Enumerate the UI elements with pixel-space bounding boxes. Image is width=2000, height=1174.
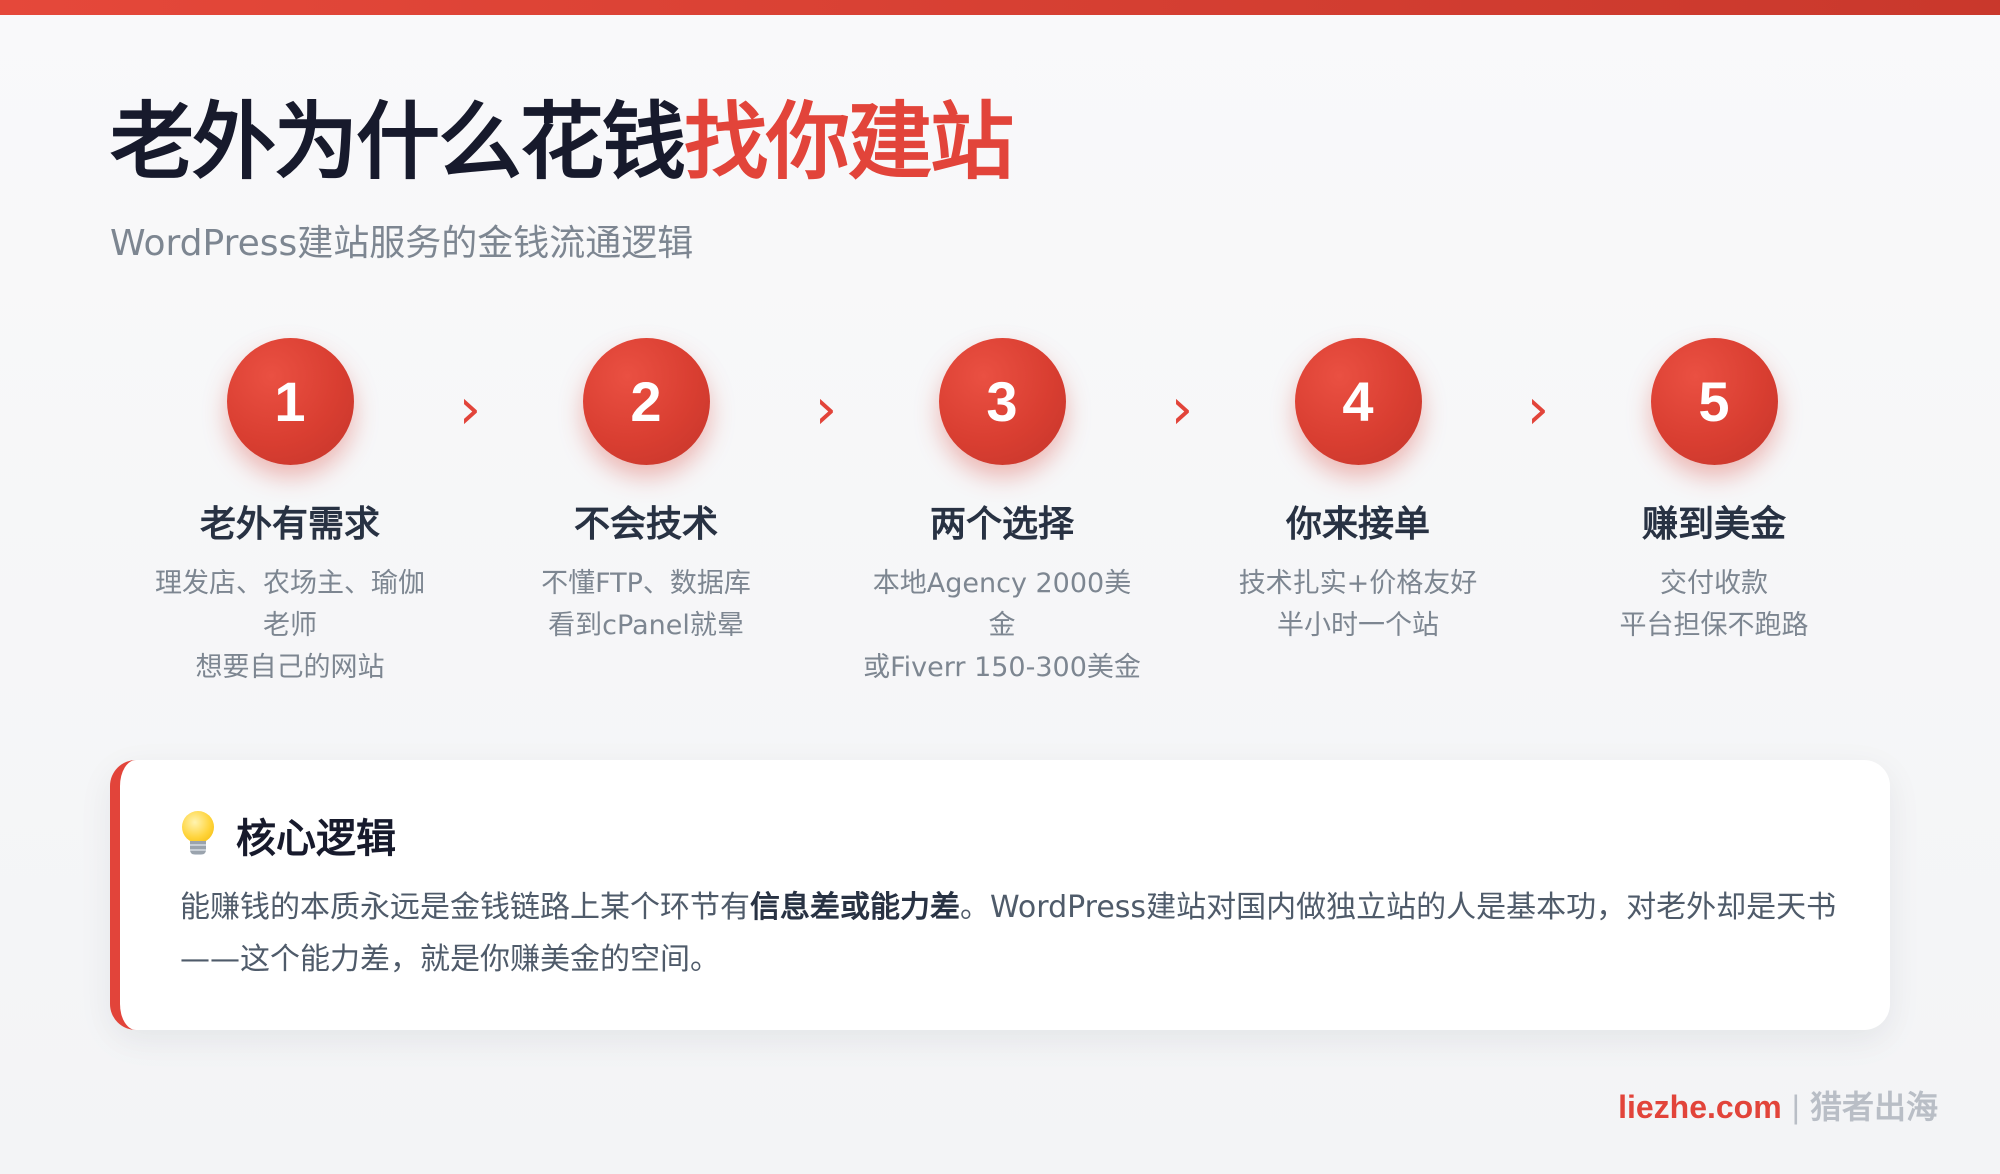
core-logic-title: 核心逻辑 <box>236 816 396 862</box>
step-desc-line: 看到cPanel就晕 <box>548 610 744 641</box>
step-1: 1 老外有需求 理发店、农场主、瑜伽老师 想要自己的网站 <box>130 338 450 689</box>
step-desc-line: 理发店、农场主、瑜伽老师 <box>155 568 425 641</box>
core-logic-card: 核心逻辑 能赚钱的本质永远是金钱链路上某个环节有信息差或能力差。WordPres… <box>110 760 1890 1030</box>
core-logic-header: 核心逻辑 <box>180 806 396 864</box>
step-description: 理发店、农场主、瑜伽老师 想要自己的网站 <box>130 563 450 689</box>
footer-brand-name: 猎者出海 <box>1809 1088 1938 1126</box>
footer-credit: liezhe.com | 猎者出海 <box>1618 1082 1938 1128</box>
step-3: 3 两个选择 本地Agency 2000美金 或Fiverr 150-300美金 <box>842 338 1162 689</box>
step-description: 不懂FTP、数据库 看到cPanel就晕 <box>486 563 806 647</box>
step-desc-line: 半小时一个站 <box>1277 610 1439 641</box>
chevron-right-icon: › <box>1526 377 1550 442</box>
step-description: 交付收款 平台担保不跑路 <box>1554 563 1874 647</box>
footer-separator: | <box>1791 1089 1800 1125</box>
step-title: 老外有需求 <box>199 504 380 545</box>
lightbulb-icon <box>180 811 216 859</box>
core-text-highlight: 信息差或能力差 <box>750 890 960 925</box>
step-desc-line: 交付收款 <box>1660 568 1768 599</box>
footer-brand-link[interactable]: liezhe.com <box>1618 1089 1782 1125</box>
page-title-accent: 找你建站 <box>684 93 1014 191</box>
step-number-circle: 1 <box>226 338 354 465</box>
step-desc-line: 技术扎实+价格友好 <box>1238 568 1478 599</box>
top-accent-bar <box>0 0 2000 15</box>
chevron-right-icon: › <box>1170 377 1194 442</box>
step-number-circle: 4 <box>1294 338 1422 465</box>
step-number-circle: 3 <box>938 338 1066 465</box>
step-number-circle: 2 <box>582 338 710 465</box>
page-title: 老外为什么花钱找你建站 <box>110 93 1014 191</box>
chevron-right-icon: › <box>814 377 838 442</box>
step-desc-line: 或Fiverr 150-300美金 <box>863 652 1141 683</box>
step-title: 两个选择 <box>929 504 1074 545</box>
step-description: 技术扎实+价格友好 半小时一个站 <box>1198 563 1518 647</box>
step-title: 你来接单 <box>1285 504 1430 545</box>
core-text-before: 能赚钱的本质永远是金钱链路上某个环节有 <box>180 890 750 925</box>
core-logic-text: 能赚钱的本质永远是金钱链路上某个环节有信息差或能力差。WordPress建站对国… <box>180 882 1860 986</box>
step-desc-line: 不懂FTP、数据库 <box>541 568 751 599</box>
chevron-right-icon: › <box>458 377 482 442</box>
step-desc-line: 平台担保不跑路 <box>1619 610 1809 641</box>
page-title-main: 老外为什么花钱 <box>110 93 686 191</box>
step-title: 不会技术 <box>573 504 718 545</box>
step-2: 2 不会技术 不懂FTP、数据库 看到cPanel就晕 <box>486 338 806 647</box>
step-desc-line: 本地Agency 2000美金 <box>872 568 1132 641</box>
step-5: 5 赚到美金 交付收款 平台担保不跑路 <box>1554 338 1874 647</box>
step-title: 赚到美金 <box>1641 504 1786 545</box>
step-4: 4 你来接单 技术扎实+价格友好 半小时一个站 <box>1198 338 1518 647</box>
page-subtitle: WordPress建站服务的金钱流通逻辑 <box>110 223 694 264</box>
step-desc-line: 想要自己的网站 <box>195 652 385 683</box>
step-number-circle: 5 <box>1650 338 1778 465</box>
step-description: 本地Agency 2000美金 或Fiverr 150-300美金 <box>842 563 1162 689</box>
process-steps: 1 老外有需求 理发店、农场主、瑜伽老师 想要自己的网站 › 2 不会技术 不懂… <box>110 338 1809 683</box>
